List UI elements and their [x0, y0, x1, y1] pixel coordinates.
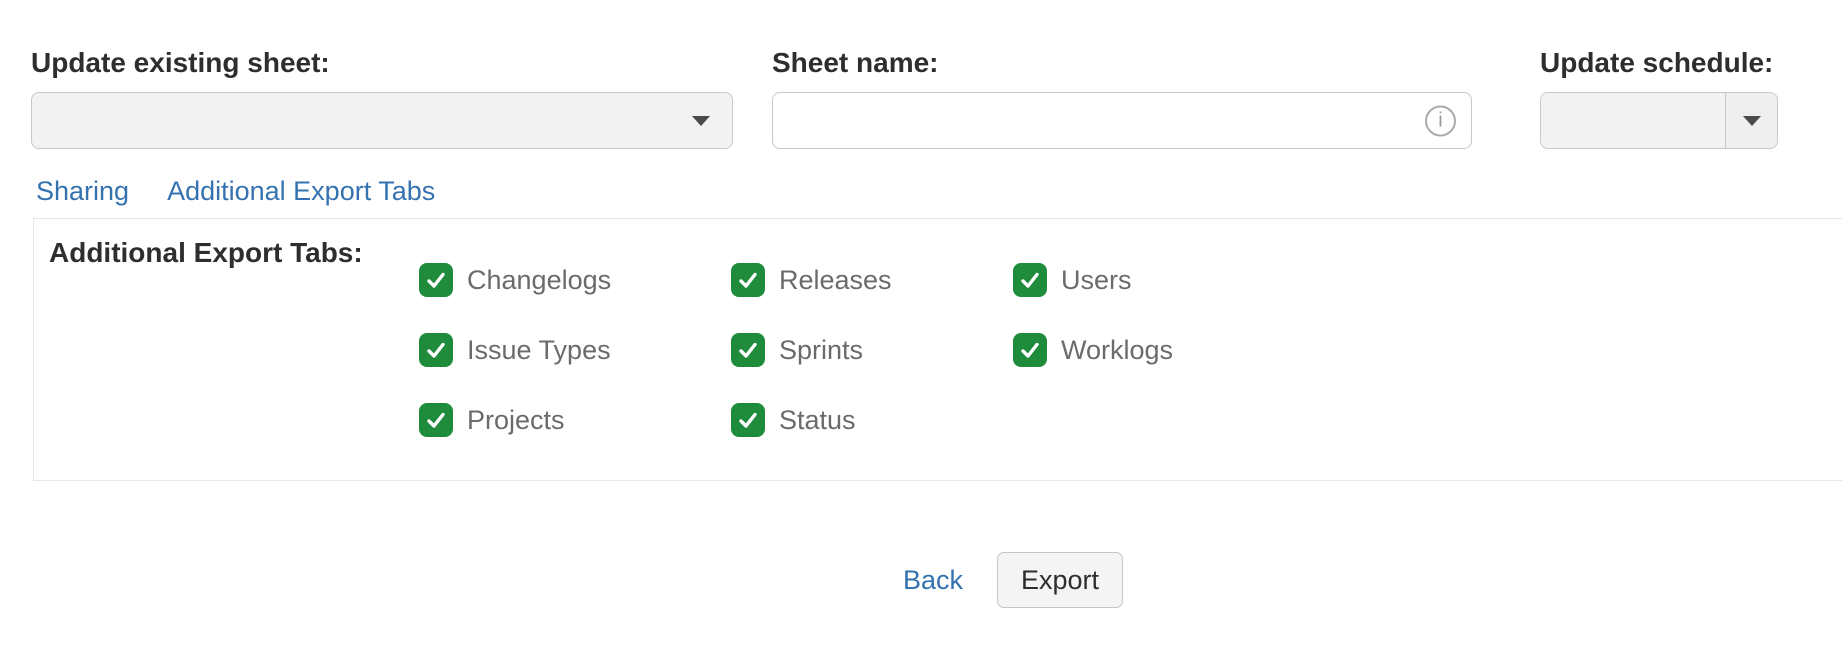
update-schedule-label: Update schedule: — [1540, 47, 1773, 79]
sheet-name-input[interactable] — [772, 92, 1472, 149]
checkbox-item-status[interactable]: Status — [731, 403, 892, 437]
update-schedule-dropdown-button[interactable] — [1725, 93, 1777, 148]
checkbox-column-3: Users Worklogs — [1013, 263, 1173, 367]
check-icon[interactable] — [419, 333, 453, 367]
check-icon[interactable] — [731, 403, 765, 437]
checkbox-item-sprints[interactable]: Sprints — [731, 333, 892, 367]
export-button[interactable]: Export — [997, 552, 1123, 608]
checkbox-label: Changelogs — [467, 265, 611, 296]
update-schedule-select[interactable] — [1540, 92, 1778, 149]
check-icon[interactable] — [1013, 263, 1047, 297]
checkbox-column-1: Changelogs Issue Types Projects — [419, 263, 611, 437]
checkbox-column-2: Releases Sprints Status — [731, 263, 892, 437]
checkbox-label: Worklogs — [1061, 335, 1173, 366]
check-icon[interactable] — [419, 403, 453, 437]
additional-export-tabs-panel-label: Additional Export Tabs: — [49, 237, 363, 269]
check-icon[interactable] — [1013, 333, 1047, 367]
check-icon[interactable] — [731, 263, 765, 297]
tab-additional-export-tabs[interactable]: Additional Export Tabs — [167, 176, 435, 207]
update-existing-sheet-label: Update existing sheet: — [31, 47, 330, 79]
back-link[interactable]: Back — [903, 565, 963, 596]
additional-export-tabs-panel: Additional Export Tabs: Changelogs Issue… — [33, 218, 1842, 481]
sheet-name-label: Sheet name: — [772, 47, 939, 79]
checkbox-item-changelogs[interactable]: Changelogs — [419, 263, 611, 297]
checkbox-item-projects[interactable]: Projects — [419, 403, 611, 437]
checkbox-item-worklogs[interactable]: Worklogs — [1013, 333, 1173, 367]
info-icon[interactable]: i — [1425, 105, 1456, 136]
checkbox-item-users[interactable]: Users — [1013, 263, 1173, 297]
update-existing-sheet-select[interactable] — [31, 92, 733, 149]
chevron-down-icon — [1743, 116, 1761, 126]
checkbox-label: Issue Types — [467, 335, 611, 366]
update-schedule-value[interactable] — [1541, 93, 1725, 148]
check-icon[interactable] — [419, 263, 453, 297]
checkbox-label: Status — [779, 405, 856, 436]
checkbox-label: Sprints — [779, 335, 863, 366]
check-icon[interactable] — [731, 333, 765, 367]
tab-sharing[interactable]: Sharing — [36, 176, 129, 207]
checkbox-label: Projects — [467, 405, 565, 436]
checkbox-item-issue-types[interactable]: Issue Types — [419, 333, 611, 367]
chevron-down-icon — [692, 116, 710, 126]
checkbox-label: Users — [1061, 265, 1132, 296]
sheet-name-field-wrap: i — [772, 92, 1472, 149]
checkbox-label: Releases — [779, 265, 892, 296]
checkbox-item-releases[interactable]: Releases — [731, 263, 892, 297]
tabs-row: Sharing Additional Export Tabs — [36, 176, 435, 207]
